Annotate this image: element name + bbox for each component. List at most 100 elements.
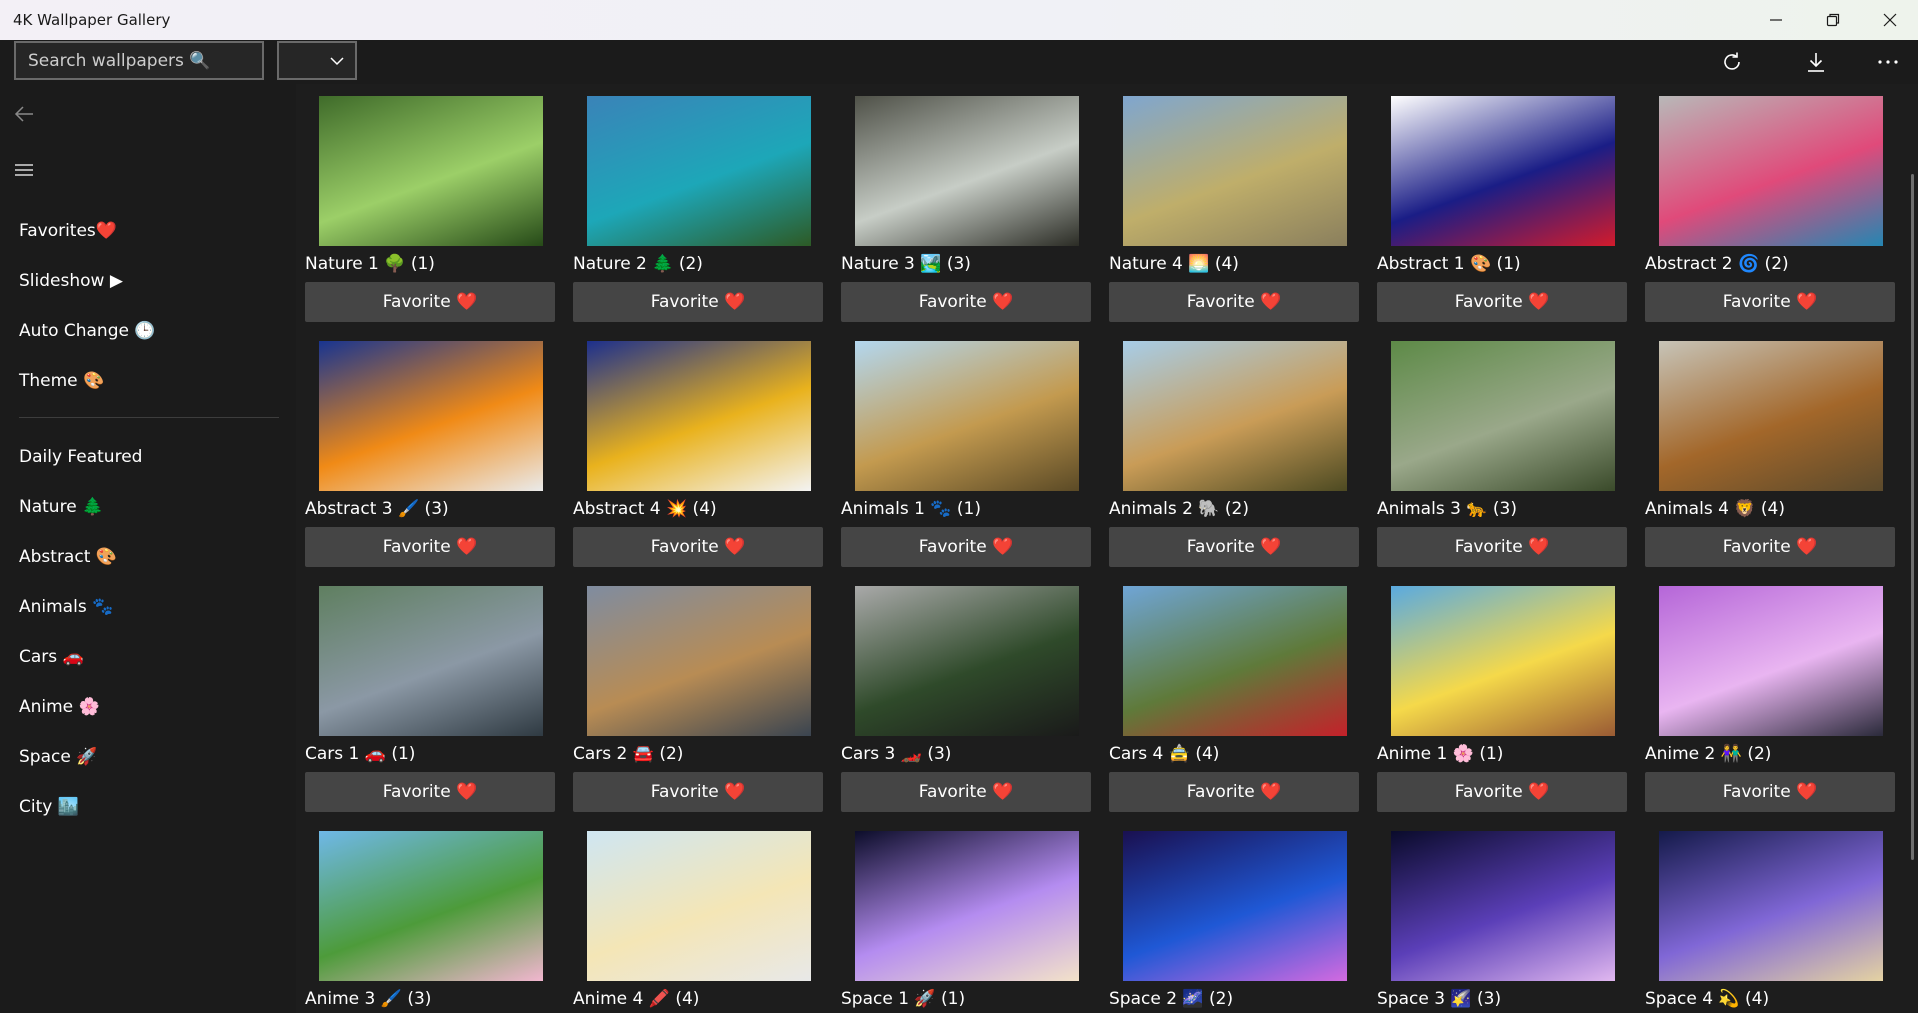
favorite-button[interactable]: Favorite ❤️ xyxy=(1109,527,1359,567)
gallery-grid[interactable]: Nature 1 🌳 (1) Favorite ❤️ Nature 2 🌲 (2) F… xyxy=(296,84,1918,1013)
nav-divider xyxy=(19,417,279,418)
wallpaper-thumbnail[interactable] xyxy=(1659,831,1883,981)
wallpaper-caption: Animals 2 🐘 (2) xyxy=(1109,499,1249,519)
sidebar-menu-item[interactable]: Theme 🎨 xyxy=(19,365,104,397)
favorite-button[interactable]: Favorite ❤️ xyxy=(841,527,1091,567)
sidebar-category-item[interactable]: Daily Featured xyxy=(19,441,142,473)
wallpaper-thumbnail[interactable] xyxy=(855,96,1079,246)
sidebar-category-item[interactable]: Cars 🚗 xyxy=(19,641,84,673)
favorite-button[interactable]: Favorite ❤️ xyxy=(1645,527,1895,567)
wallpaper-thumbnail[interactable] xyxy=(587,831,811,981)
download-button[interactable] xyxy=(1794,44,1838,80)
wallpaper-caption: Nature 4 🌅 (4) xyxy=(1109,254,1239,274)
wallpaper-thumbnail[interactable] xyxy=(1659,586,1883,736)
minimize-icon xyxy=(1770,19,1782,21)
wallpaper-card: Space 3 🌠 (3) xyxy=(1377,819,1627,1013)
back-button[interactable] xyxy=(10,100,38,128)
wallpaper-caption: Nature 1 🌳 (1) xyxy=(305,254,435,274)
wallpaper-thumbnail[interactable] xyxy=(855,831,1079,981)
wallpaper-card: Cars 3 🏎️ (3) Favorite ❤️ xyxy=(841,574,1091,812)
wallpaper-card: Anime 1 🌸 (1) Favorite ❤️ xyxy=(1377,574,1627,812)
wallpaper-card: Space 1 🚀 (1) xyxy=(841,819,1091,1013)
sidebar-category-item[interactable]: City 🏙️ xyxy=(19,791,79,823)
favorite-button[interactable]: Favorite ❤️ xyxy=(1377,527,1627,567)
category-dropdown[interactable] xyxy=(277,41,357,80)
wallpaper-caption: Space 1 🚀 (1) xyxy=(841,989,966,1009)
sidebar-menu-item[interactable]: Favorites❤️ xyxy=(19,215,117,247)
wallpaper-card: Space 2 🌌 (2) xyxy=(1109,819,1359,1013)
wallpaper-caption: Abstract 4 💥 (4) xyxy=(573,499,717,519)
wallpaper-thumbnail[interactable] xyxy=(855,341,1079,491)
wallpaper-caption: Space 4 💫 (4) xyxy=(1645,989,1770,1009)
wallpaper-caption: Cars 1 🚗 (1) xyxy=(305,744,416,764)
wallpaper-caption: Anime 2 👫 (2) xyxy=(1645,744,1772,764)
wallpaper-card: Nature 2 🌲 (2) Favorite ❤️ xyxy=(573,84,823,322)
wallpaper-thumbnail[interactable] xyxy=(1123,96,1347,246)
wallpaper-thumbnail[interactable] xyxy=(587,96,811,246)
wallpaper-thumbnail[interactable] xyxy=(319,341,543,491)
wallpaper-caption: Nature 2 🌲 (2) xyxy=(573,254,703,274)
wallpaper-thumbnail[interactable] xyxy=(1123,341,1347,491)
wallpaper-card: Animals 1 🐾 (1) Favorite ❤️ xyxy=(841,329,1091,567)
favorite-button[interactable]: Favorite ❤️ xyxy=(1377,282,1627,322)
wallpaper-caption: Anime 1 🌸 (1) xyxy=(1377,744,1504,764)
more-options-button[interactable] xyxy=(1866,44,1910,80)
wallpaper-caption: Cars 4 🚖 (4) xyxy=(1109,744,1220,764)
hamburger-menu-button[interactable] xyxy=(10,156,38,184)
favorite-button[interactable]: Favorite ❤️ xyxy=(1109,772,1359,812)
favorite-button[interactable]: Favorite ❤️ xyxy=(1645,282,1895,322)
favorite-button[interactable]: Favorite ❤️ xyxy=(573,527,823,567)
wallpaper-card: Cars 4 🚖 (4) Favorite ❤️ xyxy=(1109,574,1359,812)
minimize-button[interactable] xyxy=(1748,0,1804,40)
wallpaper-thumbnail[interactable] xyxy=(319,831,543,981)
wallpaper-thumbnail[interactable] xyxy=(1123,831,1347,981)
sidebar-category-item[interactable]: Animals 🐾 xyxy=(19,591,113,623)
sidebar-menu-item[interactable]: Slideshow ▶ xyxy=(19,265,123,297)
wallpaper-card: Animals 2 🐘 (2) Favorite ❤️ xyxy=(1109,329,1359,567)
refresh-button[interactable] xyxy=(1710,44,1754,80)
sidebar-category-item[interactable]: Space 🚀 xyxy=(19,741,97,773)
favorite-button[interactable]: Favorite ❤️ xyxy=(1645,772,1895,812)
wallpaper-caption: Animals 1 🐾 (1) xyxy=(841,499,981,519)
wallpaper-thumbnail[interactable] xyxy=(319,586,543,736)
wallpaper-thumbnail[interactable] xyxy=(587,341,811,491)
wallpaper-thumbnail[interactable] xyxy=(1391,341,1615,491)
wallpaper-thumbnail[interactable] xyxy=(1659,96,1883,246)
favorite-button[interactable]: Favorite ❤️ xyxy=(1109,282,1359,322)
wallpaper-thumbnail[interactable] xyxy=(319,96,543,246)
wallpaper-caption: Nature 3 🏞️ (3) xyxy=(841,254,971,274)
restore-button[interactable] xyxy=(1805,0,1861,40)
favorite-button[interactable]: Favorite ❤️ xyxy=(573,282,823,322)
wallpaper-thumbnail[interactable] xyxy=(1391,96,1615,246)
wallpaper-thumbnail[interactable] xyxy=(587,586,811,736)
wallpaper-card: Anime 4 🖍️ (4) xyxy=(573,819,823,1013)
search-input[interactable] xyxy=(14,41,264,80)
back-arrow-icon xyxy=(14,106,33,122)
wallpaper-thumbnail[interactable] xyxy=(855,586,1079,736)
sidebar-category-item[interactable]: Anime 🌸 xyxy=(19,691,100,723)
wallpaper-thumbnail[interactable] xyxy=(1391,831,1615,981)
favorite-button[interactable]: Favorite ❤️ xyxy=(1377,772,1627,812)
favorite-button[interactable]: Favorite ❤️ xyxy=(841,282,1091,322)
wallpaper-card: Cars 1 🚗 (1) Favorite ❤️ xyxy=(305,574,555,812)
sidebar-category-item[interactable]: Abstract 🎨 xyxy=(19,541,117,573)
wallpaper-card: Nature 4 🌅 (4) Favorite ❤️ xyxy=(1109,84,1359,322)
wallpaper-card: Animals 3 🐆 (3) Favorite ❤️ xyxy=(1377,329,1627,567)
wallpaper-caption: Animals 3 🐆 (3) xyxy=(1377,499,1517,519)
wallpaper-thumbnail[interactable] xyxy=(1123,586,1347,736)
favorite-button[interactable]: Favorite ❤️ xyxy=(305,772,555,812)
sidebar-menu-item[interactable]: Auto Change 🕒 xyxy=(19,315,156,347)
wallpaper-caption: Space 3 🌠 (3) xyxy=(1377,989,1502,1009)
wallpaper-card: Space 4 💫 (4) xyxy=(1645,819,1895,1013)
close-button[interactable] xyxy=(1862,0,1918,40)
wallpaper-thumbnail[interactable] xyxy=(1391,586,1615,736)
sidebar-category-item[interactable]: Nature 🌲 xyxy=(19,491,103,523)
wallpaper-caption: Space 2 🌌 (2) xyxy=(1109,989,1234,1009)
wallpaper-thumbnail[interactable] xyxy=(1659,341,1883,491)
favorite-button[interactable]: Favorite ❤️ xyxy=(305,527,555,567)
favorite-button[interactable]: Favorite ❤️ xyxy=(841,772,1091,812)
favorite-button[interactable]: Favorite ❤️ xyxy=(305,282,555,322)
scrollbar[interactable] xyxy=(1911,174,1914,860)
wallpaper-caption: Abstract 3 🖌️ (3) xyxy=(305,499,449,519)
favorite-button[interactable]: Favorite ❤️ xyxy=(573,772,823,812)
